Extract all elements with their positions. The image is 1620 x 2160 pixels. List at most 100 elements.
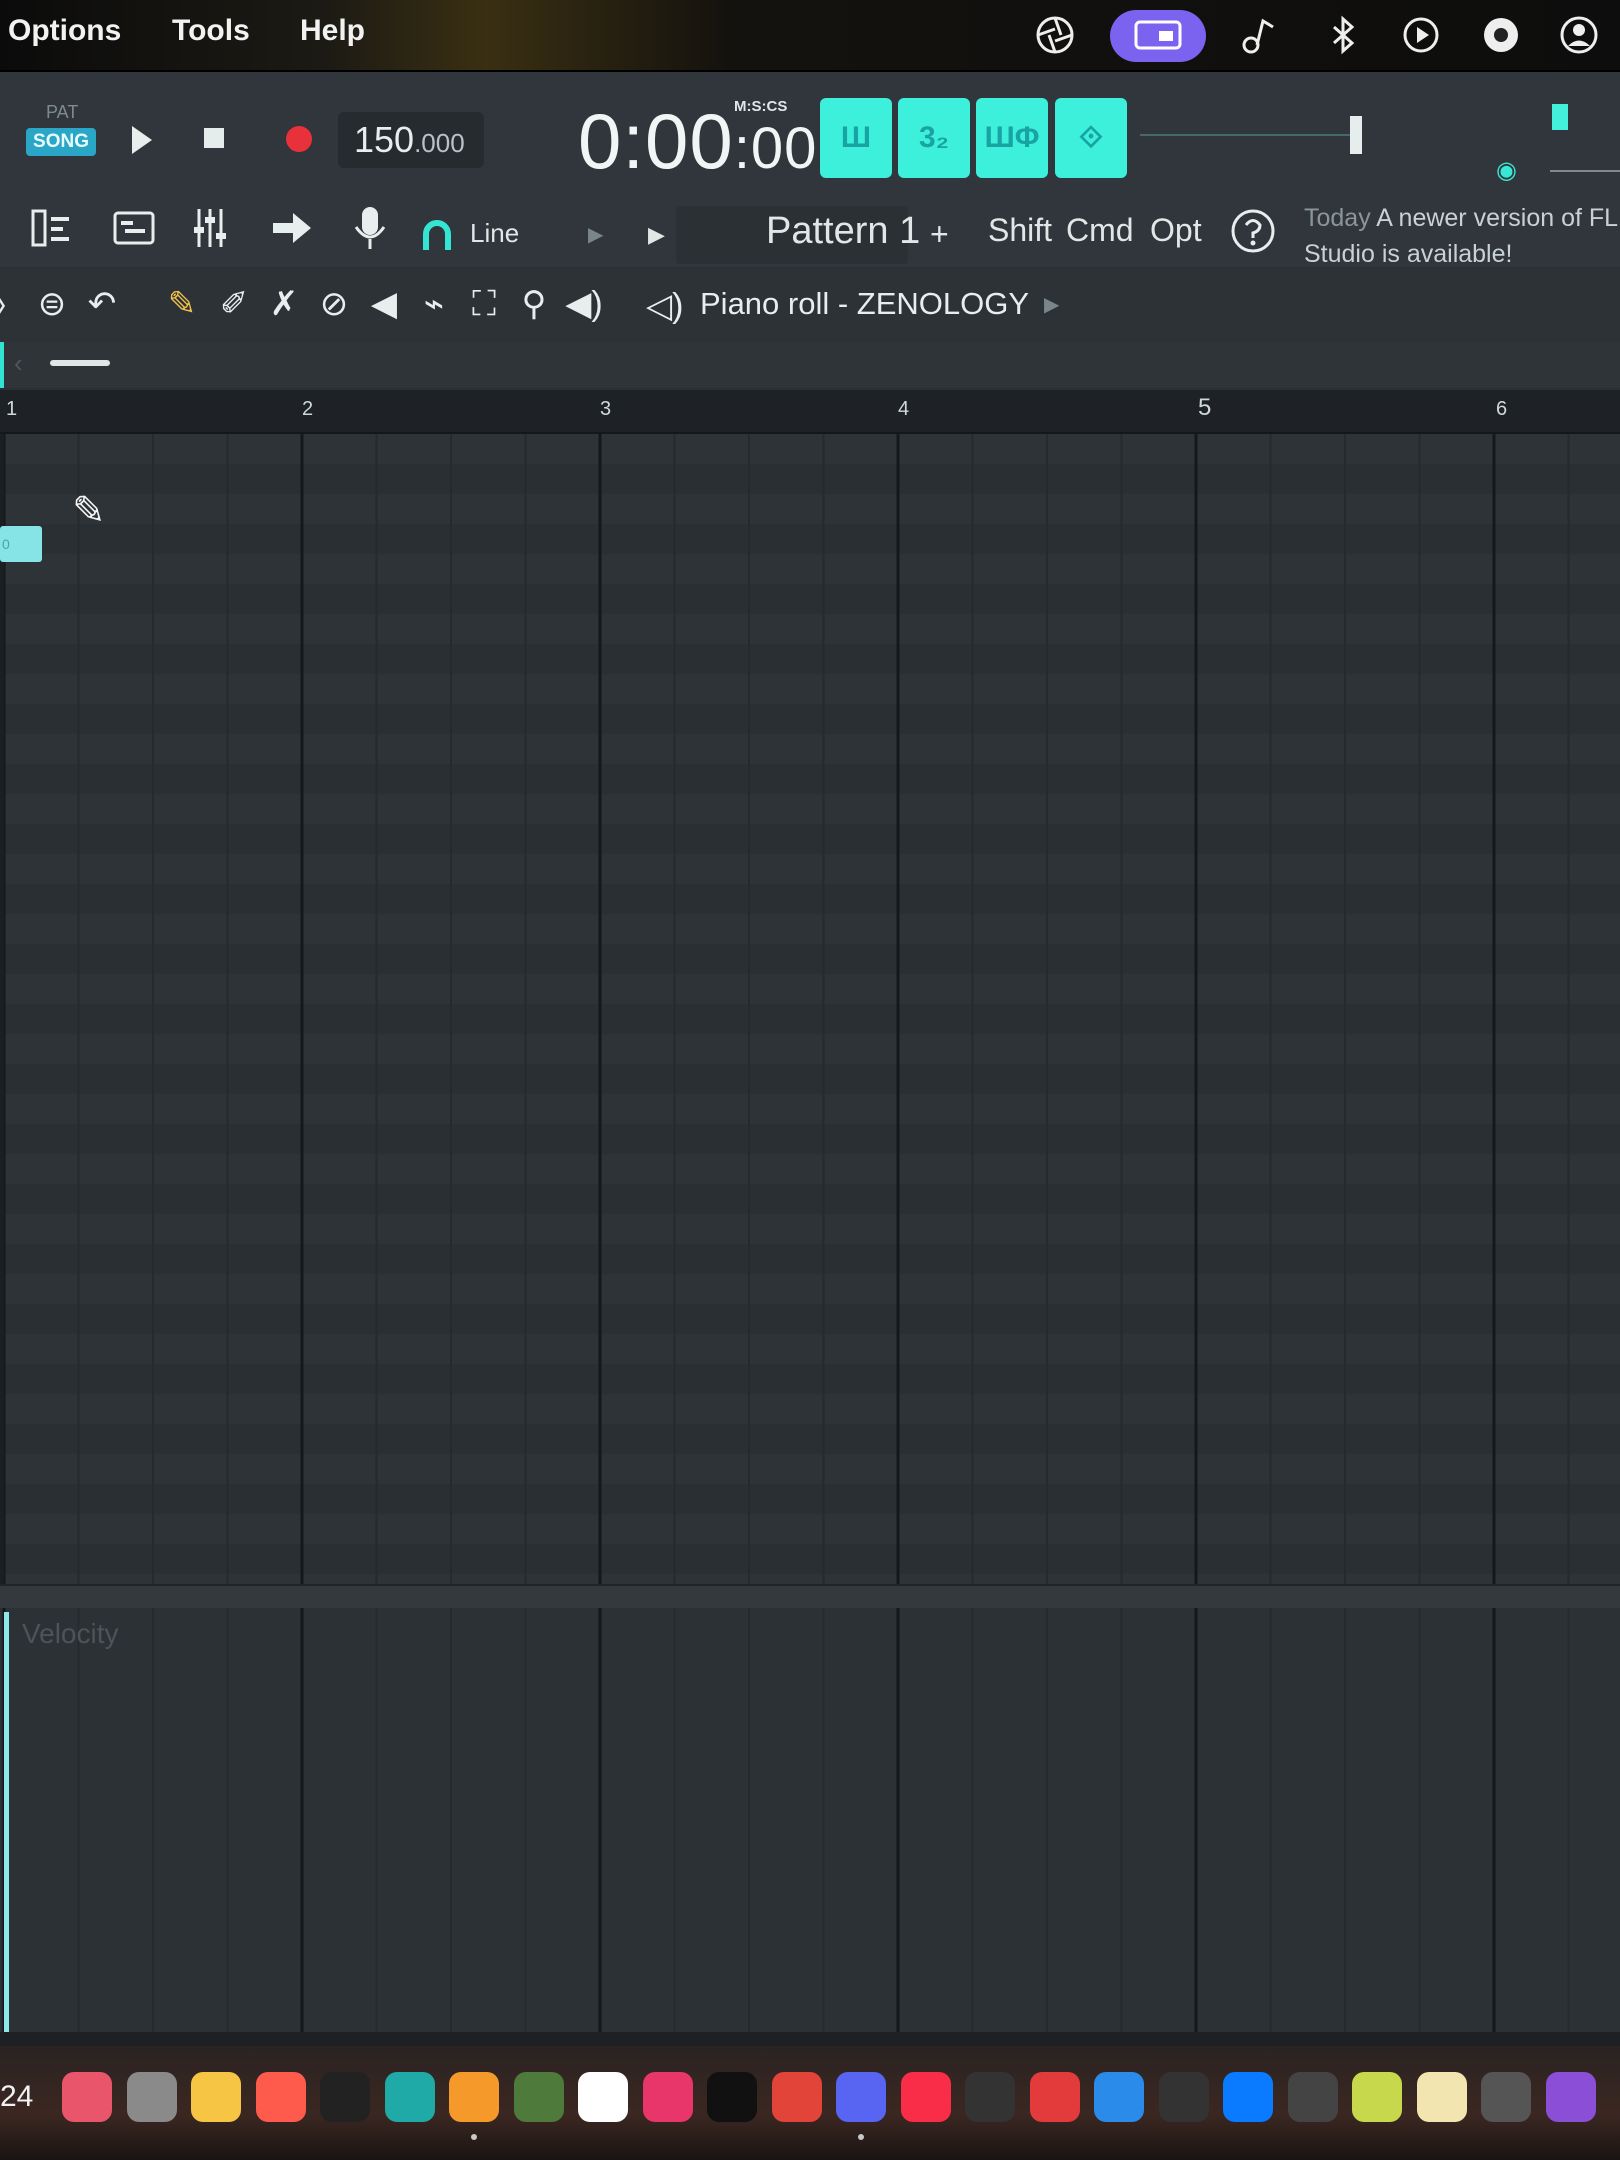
scroll-left-icon[interactable]: ‹ [14,348,23,379]
playback-icon[interactable]: ◀) [562,282,606,326]
record-circle-icon[interactable] [1478,12,1524,58]
pattern-prev-icon[interactable]: ▶ [648,222,665,248]
undo-icon[interactable]: ↶ [80,282,124,326]
slice-icon[interactable]: ⌁ [412,282,456,326]
grid-edge [0,434,4,1584]
aperture-icon[interactable] [1032,12,1078,58]
dock-app-extra-icon[interactable] [1545,2072,1596,2122]
opt-key-button[interactable]: Opt [1150,212,1202,249]
dock-app-folder-icon[interactable] [1416,2072,1467,2122]
chevron-right-icon[interactable]: ▶ [588,222,603,247]
playhead-marker[interactable] [0,342,4,388]
screen-share-icon[interactable] [1110,10,1206,62]
dock-app-dropzone-icon[interactable] [642,2072,693,2122]
horizontal-scrollbar[interactable]: ‹ [0,342,1620,388]
time-format-label[interactable]: M:S:CS [734,98,787,115]
play-circle-icon[interactable] [1398,12,1444,58]
countdown-button[interactable]: 3₂ [898,98,970,178]
zoom-icon[interactable]: ⚲ [512,282,556,326]
time-sub: :00 [733,116,818,181]
loop-record-button[interactable]: ШΦ [976,98,1048,178]
record-button[interactable] [286,126,312,152]
dock-app-logic-icon[interactable] [965,2072,1015,2122]
dock-app-keys-icon[interactable] [513,2072,564,2122]
mute-tool-icon[interactable]: ⊘ [312,282,356,326]
velocity-bar[interactable] [4,1612,9,2032]
dock-app-camera-icon[interactable] [384,2072,435,2122]
paint-icon[interactable]: ✐ [212,282,256,326]
mixer-icon[interactable] [184,200,236,256]
bar-number: 2 [302,398,314,420]
cpu-meter [1550,170,1620,172]
arrow-right-icon[interactable] [266,200,318,256]
dock-app-calendar-icon[interactable] [1352,2072,1402,2122]
select-icon[interactable]: ⛶ [462,282,506,326]
dock-app-discord-icon[interactable] [836,2072,886,2122]
dock-app-chrome-icon[interactable] [771,2072,822,2122]
scroll-thumb[interactable] [50,360,110,366]
bar-number: 4 [898,398,910,420]
dock-app-quicktime-icon[interactable] [1223,2072,1273,2122]
dock-app-notes-icon[interactable] [191,2072,241,2122]
chevron-right-icon[interactable]: ▶ [1044,292,1059,317]
menu-circle-icon[interactable]: ⊜ [30,282,74,326]
dock-app-reminders-icon[interactable] [255,2072,306,2122]
velocity-grid-lines [2,1608,1570,2032]
dock-app-safari-icon[interactable] [1094,2072,1144,2122]
user-icon[interactable] [1556,12,1602,58]
dock-app-waves-icon[interactable] [1158,2072,1209,2122]
menu-help[interactable]: Help [300,14,365,48]
play-button[interactable] [126,120,156,160]
typing-keyboard-button[interactable]: Ш [820,98,892,178]
speaker-icon[interactable]: ◁) [646,286,683,326]
magnet-icon[interactable] [420,218,454,252]
cmd-key-button[interactable]: Cmd [1066,212,1134,249]
dock-app-sketch-icon[interactable] [1029,2072,1080,2122]
dock-app-finger-icon[interactable] [578,2072,628,2122]
dock-app-setup-icon[interactable] [1287,2072,1338,2122]
metronome-button[interactable]: ⟐ [1055,98,1127,178]
timeline-ruler[interactable]: 1 2 3 4 5 6 [0,390,1620,434]
dock-app-fl-studio-icon[interactable] [449,2072,499,2122]
master-pitch-slider[interactable] [1552,104,1568,130]
chevron-icon[interactable]: 〉 [0,282,30,327]
piano-roll-title[interactable]: Piano roll - ZENOLOGY [700,286,1029,322]
pat-song-toggle[interactable]: PAT SONG [22,100,100,162]
dock-app-capcut-icon[interactable] [707,2072,757,2122]
dock-app-photo-booth-icon[interactable] [62,2072,112,2122]
music-note-icon[interactable] [1236,12,1282,58]
piano-roll-icon[interactable] [108,200,160,256]
stop-button[interactable] [204,128,224,148]
menu-tools[interactable]: Tools [172,14,250,48]
menu-bar: Options Tools Help [0,0,1620,72]
help-icon[interactable] [1226,204,1280,258]
pencil-icon[interactable]: ✎ [160,282,204,326]
add-pattern-button[interactable]: + [930,216,949,253]
tempo-field[interactable]: 150.000 [338,112,484,168]
snap-selector[interactable]: Line [470,218,519,249]
bottom-strip [0,2032,1620,2046]
microphone-icon[interactable] [344,200,396,256]
velocity-label: Velocity [22,1618,119,1649]
dock-date: 24 [0,2080,34,2113]
delete-tool-icon[interactable]: ✗ [262,282,306,326]
tempo-value: 150 [354,119,415,160]
pat-label: PAT [46,102,79,122]
menu-options[interactable]: Options [8,14,121,48]
dock-app-piano-icon[interactable] [1481,2072,1531,2122]
dock-app-tv-icon[interactable] [320,2072,370,2122]
shift-key-button[interactable]: Shift [988,212,1052,249]
master-volume-slider[interactable] [1350,116,1362,154]
speaker-mute-icon[interactable]: ◀ [362,282,406,326]
note[interactable]: 0 [0,526,42,562]
note-grid[interactable]: 0 ✎ [0,434,1620,1584]
song-label: SONG [26,128,96,156]
bar-number: 3 [600,398,612,420]
dock-app-system-settings-icon[interactable] [126,2072,177,2122]
playlist-icon[interactable] [26,200,78,256]
pane-divider[interactable] [0,1584,1620,1610]
dock-app-music-icon[interactable] [900,2072,951,2122]
eye-icon[interactable]: ◉ [1496,156,1524,184]
bluetooth-icon[interactable] [1320,12,1366,58]
velocity-pane[interactable]: Velocity [0,1608,1620,2032]
